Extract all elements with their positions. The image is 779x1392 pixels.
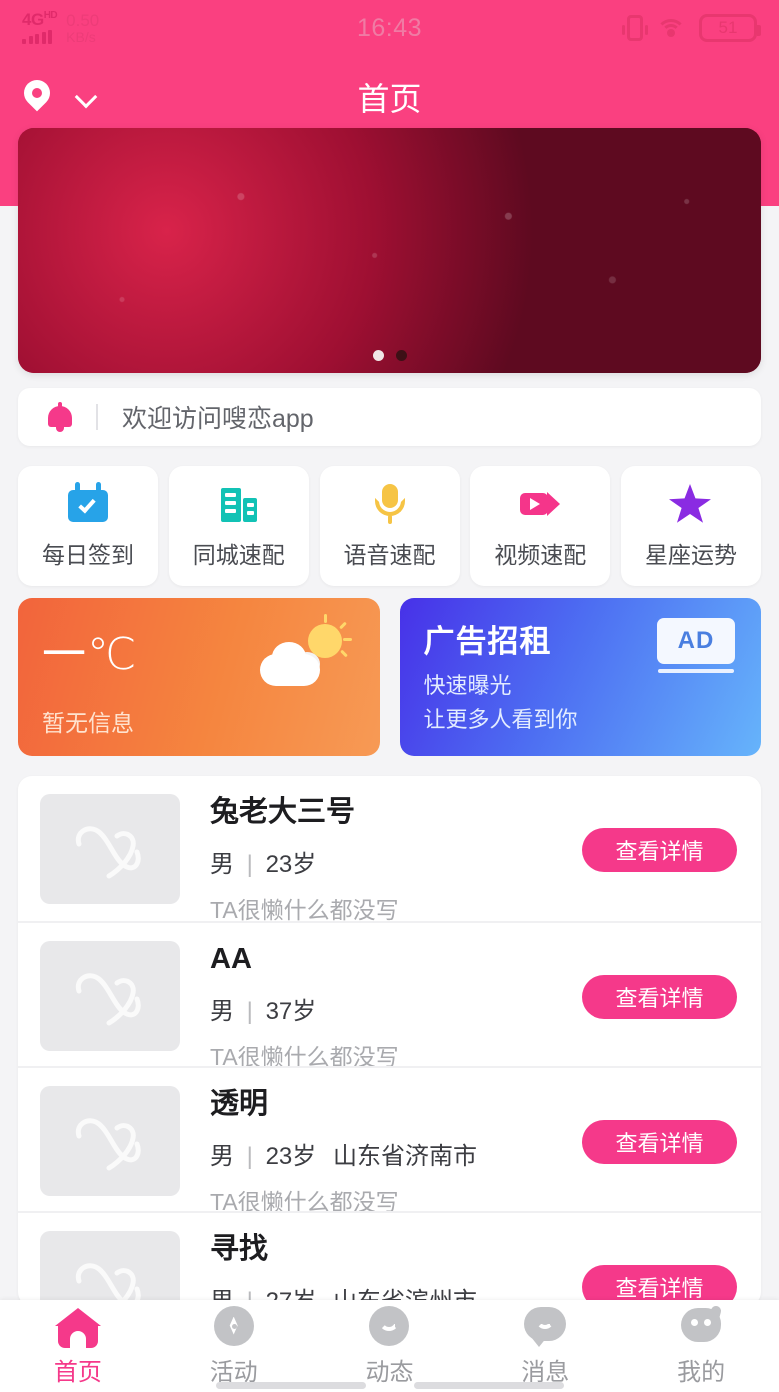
speed-unit: KB/s (66, 28, 96, 45)
profile-icon[interactable] (678, 1304, 724, 1348)
map-pin-icon[interactable] (24, 80, 50, 114)
user-gender: 男 (210, 998, 234, 1026)
app-screen: 4G HD 0.50 KB/s 16:43 51 首页 欢迎访问嗖恋app 每日… (0, 0, 779, 1392)
info-cards: 一℃ 暂无信息 广告招租 快速曝光 让更多人看到你 AD (18, 598, 761, 756)
avatar (40, 794, 180, 904)
ad-badge-icon: AD (657, 618, 735, 673)
table-row[interactable]: AA 男 | 37岁 TA很懒什么都没写 查看详情 (18, 921, 761, 1070)
chevron-down-icon[interactable] (76, 86, 98, 108)
notice-bar[interactable]: 欢迎访问嗖恋app (18, 388, 761, 446)
calendar-check-icon (66, 482, 110, 526)
tab-home[interactable]: 首页 (0, 1306, 156, 1387)
location-selector[interactable] (24, 80, 98, 114)
network-type-text: 4G (22, 10, 44, 30)
table-row[interactable]: 寻找 男 | 27岁 山东省滨州市 查看详情 (18, 1211, 761, 1306)
tab-profile[interactable]: 我的 (623, 1304, 779, 1387)
quick-action-horoscope[interactable]: 星座运势 (621, 466, 761, 586)
wifi-icon (656, 17, 686, 39)
user-name: 透明 (210, 1088, 269, 1120)
nav-bar: 首页 (0, 56, 779, 138)
user-age: 37岁 (265, 998, 317, 1026)
user-age: 23岁 (265, 851, 317, 879)
video-camera-icon (518, 482, 562, 526)
compass-icon[interactable] (211, 1305, 257, 1348)
battery-icon: 51 (699, 14, 761, 42)
quick-action-voice-match[interactable]: 语音速配 (319, 466, 460, 586)
battery-level-text: 51 (718, 18, 738, 37)
ad-line-2: 让更多人看到你 (423, 707, 578, 732)
star-icon (669, 482, 713, 526)
quick-action-label: 视频速配 (494, 542, 587, 568)
network-indicator: 4G HD (22, 10, 58, 45)
user-name: AA (210, 943, 252, 975)
quick-actions: 每日签到 同城速配 语音速配 视频速配 星座运势 (18, 466, 761, 586)
speed-value: 0.50 (66, 10, 100, 30)
network-hd-text: HD (43, 10, 58, 22)
network-type-label: 4G HD (22, 10, 58, 30)
table-row[interactable]: 兔老大三号 男 | 23岁 TA很懒什么都没写 查看详情 (18, 776, 761, 923)
user-name: 寻找 (210, 1233, 269, 1265)
user-location: 山东省济南市 (332, 1143, 477, 1171)
user-gender: 男 (210, 1143, 234, 1171)
meta-separator: | (246, 1143, 253, 1171)
user-age: 23岁 (265, 1143, 317, 1171)
avatar (40, 1231, 180, 1306)
page-title: 首页 (357, 81, 422, 117)
view-detail-button[interactable]: 查看详情 (582, 1120, 737, 1164)
quick-action-video-match[interactable]: 视频速配 (470, 466, 611, 586)
quick-action-local-match[interactable]: 同城速配 (168, 466, 309, 586)
quick-action-label: 同城速配 (192, 542, 285, 568)
network-speed: 0.50 KB/s (66, 11, 99, 46)
user-name: 兔老大三号 (210, 796, 356, 828)
home-indicator (0, 1382, 779, 1390)
user-gender: 男 (210, 851, 234, 879)
buildings-icon (217, 482, 261, 526)
status-bar-left: 4G HD 0.50 KB/s (22, 11, 99, 46)
status-bar: 4G HD 0.50 KB/s 16:43 51 (0, 0, 779, 56)
sun-behind-cloud-icon (259, 614, 352, 686)
tab-messages[interactable]: 消息 (467, 1306, 623, 1387)
ad-badge-text: AD (677, 627, 715, 654)
meta-separator: | (246, 851, 253, 879)
notice-divider (96, 404, 98, 430)
quick-action-daily-checkin[interactable]: 每日签到 (18, 466, 158, 586)
bell-icon (46, 402, 74, 432)
banner-carousel[interactable] (18, 128, 761, 373)
status-bar-right: 51 (622, 14, 761, 42)
tab-activity[interactable]: 活动 (156, 1305, 312, 1387)
ad-line-1: 快速曝光 (423, 673, 512, 698)
quick-action-label: 星座运势 (645, 542, 737, 568)
avatar (40, 941, 180, 1051)
avatar (40, 1086, 180, 1196)
smiley-icon[interactable] (366, 1305, 412, 1348)
user-list: 兔老大三号 男 | 23岁 TA很懒什么都没写 查看详情 AA 男 | 37岁 … (18, 776, 761, 1306)
carousel-dot-active[interactable] (372, 350, 384, 361)
chat-icon[interactable] (522, 1306, 568, 1348)
table-row[interactable]: 透明 男 | 23岁 山东省济南市 TA很懒什么都没写 查看详情 (18, 1066, 761, 1215)
signal-bars-icon (22, 30, 52, 45)
carousel-dot[interactable] (395, 350, 407, 361)
ad-card[interactable]: 广告招租 快速曝光 让更多人看到你 AD (399, 598, 761, 756)
meta-separator: | (246, 998, 253, 1026)
microphone-icon (368, 482, 412, 526)
weather-status: 暂无信息 (42, 710, 134, 736)
quick-action-label: 语音速配 (343, 542, 436, 568)
banner-image[interactable] (18, 128, 761, 373)
quick-action-label: 每日签到 (42, 542, 134, 568)
vibrate-icon (622, 15, 648, 41)
home-icon[interactable] (54, 1306, 101, 1349)
view-detail-button[interactable]: 查看详情 (582, 975, 737, 1019)
carousel-dots[interactable] (18, 350, 761, 361)
notice-text: 欢迎访问嗖恋app (122, 405, 314, 433)
bottom-nav: 首页 活动 动态 消息 我的 (0, 1300, 779, 1392)
view-detail-button[interactable]: 查看详情 (582, 828, 737, 872)
weather-card[interactable]: 一℃ 暂无信息 (18, 598, 380, 756)
tab-feed[interactable]: 动态 (312, 1305, 468, 1387)
